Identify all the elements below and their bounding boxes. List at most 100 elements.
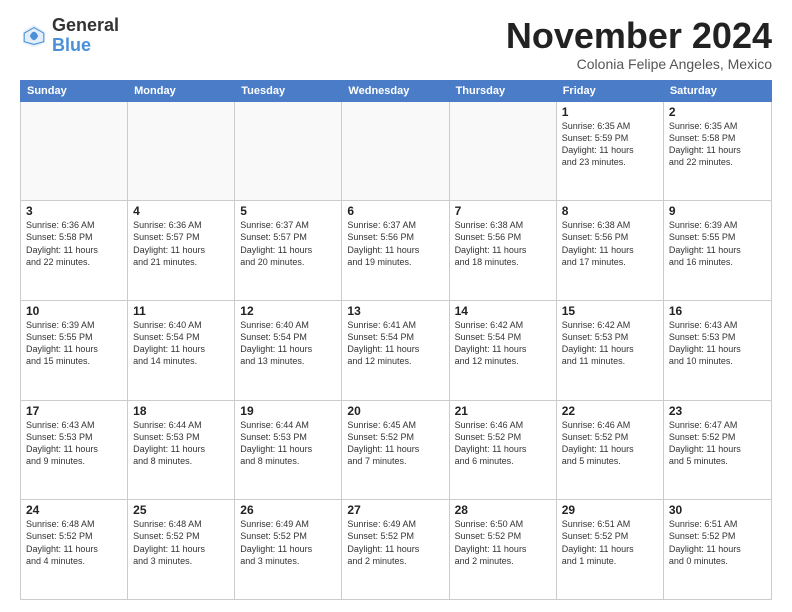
calendar-cell: 24Sunrise: 6:48 AMSunset: 5:52 PMDayligh… [21, 500, 128, 599]
logo-text: General Blue [52, 16, 119, 56]
day-number: 6 [347, 204, 443, 218]
cell-info: Sunrise: 6:50 AM [455, 518, 551, 530]
calendar-body: 1Sunrise: 6:35 AMSunset: 5:59 PMDaylight… [20, 102, 772, 600]
header-day-tuesday: Tuesday [235, 81, 342, 101]
calendar-cell [128, 102, 235, 201]
calendar-cell: 2Sunrise: 6:35 AMSunset: 5:58 PMDaylight… [664, 102, 771, 201]
calendar-cell: 16Sunrise: 6:43 AMSunset: 5:53 PMDayligh… [664, 301, 771, 400]
header-day-monday: Monday [128, 81, 235, 101]
logo-icon [20, 22, 48, 50]
cell-info: Sunset: 5:53 PM [562, 331, 658, 343]
cell-info: Daylight: 11 hours [133, 244, 229, 256]
cell-info: Sunset: 5:52 PM [455, 431, 551, 443]
calendar-cell [342, 102, 449, 201]
cell-info: and 2 minutes. [347, 555, 443, 567]
cell-info: Sunrise: 6:44 AM [240, 419, 336, 431]
cell-info: Daylight: 11 hours [669, 443, 766, 455]
cell-info: Sunrise: 6:44 AM [133, 419, 229, 431]
cell-info: Sunset: 5:54 PM [133, 331, 229, 343]
calendar-cell: 11Sunrise: 6:40 AMSunset: 5:54 PMDayligh… [128, 301, 235, 400]
cell-info: Sunset: 5:54 PM [455, 331, 551, 343]
cell-info: Sunset: 5:58 PM [669, 132, 766, 144]
cell-info: Sunrise: 6:36 AM [133, 219, 229, 231]
calendar-cell: 14Sunrise: 6:42 AMSunset: 5:54 PMDayligh… [450, 301, 557, 400]
cell-info: Sunrise: 6:38 AM [562, 219, 658, 231]
calendar-row-3: 17Sunrise: 6:43 AMSunset: 5:53 PMDayligh… [21, 401, 771, 501]
cell-info: Sunrise: 6:39 AM [669, 219, 766, 231]
subtitle: Colonia Felipe Angeles, Mexico [506, 56, 772, 72]
cell-info: Daylight: 11 hours [240, 343, 336, 355]
cell-info: Daylight: 11 hours [455, 443, 551, 455]
month-title: November 2024 [506, 16, 772, 56]
calendar-cell: 7Sunrise: 6:38 AMSunset: 5:56 PMDaylight… [450, 201, 557, 300]
header-day-friday: Friday [557, 81, 664, 101]
calendar-cell [450, 102, 557, 201]
calendar-cell: 15Sunrise: 6:42 AMSunset: 5:53 PMDayligh… [557, 301, 664, 400]
cell-info: and 17 minutes. [562, 256, 658, 268]
header: General Blue November 2024 Colonia Felip… [20, 16, 772, 72]
cell-info: Sunset: 5:55 PM [669, 231, 766, 243]
calendar-cell: 18Sunrise: 6:44 AMSunset: 5:53 PMDayligh… [128, 401, 235, 500]
cell-info: and 13 minutes. [240, 355, 336, 367]
cell-info: Sunset: 5:54 PM [347, 331, 443, 343]
calendar-row-1: 3Sunrise: 6:36 AMSunset: 5:58 PMDaylight… [21, 201, 771, 301]
cell-info: Sunset: 5:56 PM [347, 231, 443, 243]
calendar-cell: 3Sunrise: 6:36 AMSunset: 5:58 PMDaylight… [21, 201, 128, 300]
calendar-cell: 25Sunrise: 6:48 AMSunset: 5:52 PMDayligh… [128, 500, 235, 599]
cell-info: Sunrise: 6:48 AM [133, 518, 229, 530]
logo: General Blue [20, 16, 119, 56]
cell-info: Sunset: 5:52 PM [669, 431, 766, 443]
cell-info: Daylight: 11 hours [562, 244, 658, 256]
day-number: 16 [669, 304, 766, 318]
cell-info: Sunset: 5:53 PM [133, 431, 229, 443]
title-section: November 2024 Colonia Felipe Angeles, Me… [506, 16, 772, 72]
day-number: 4 [133, 204, 229, 218]
calendar-cell: 12Sunrise: 6:40 AMSunset: 5:54 PMDayligh… [235, 301, 342, 400]
cell-info: Daylight: 11 hours [26, 543, 122, 555]
calendar-cell: 19Sunrise: 6:44 AMSunset: 5:53 PMDayligh… [235, 401, 342, 500]
cell-info: and 19 minutes. [347, 256, 443, 268]
cell-info: Sunset: 5:54 PM [240, 331, 336, 343]
calendar-cell: 26Sunrise: 6:49 AMSunset: 5:52 PMDayligh… [235, 500, 342, 599]
cell-info: Sunset: 5:53 PM [669, 331, 766, 343]
logo-general: General [52, 16, 119, 36]
cell-info: Sunset: 5:57 PM [240, 231, 336, 243]
cell-info: and 10 minutes. [669, 355, 766, 367]
cell-info: Sunrise: 6:47 AM [669, 419, 766, 431]
cell-info: Daylight: 11 hours [133, 443, 229, 455]
cell-info: Daylight: 11 hours [26, 244, 122, 256]
cell-info: and 5 minutes. [669, 455, 766, 467]
cell-info: Sunrise: 6:42 AM [562, 319, 658, 331]
calendar: SundayMondayTuesdayWednesdayThursdayFrid… [20, 80, 772, 600]
day-number: 20 [347, 404, 443, 418]
cell-info: and 2 minutes. [455, 555, 551, 567]
cell-info: Daylight: 11 hours [347, 244, 443, 256]
cell-info: Sunrise: 6:40 AM [240, 319, 336, 331]
cell-info: Sunrise: 6:48 AM [26, 518, 122, 530]
day-number: 7 [455, 204, 551, 218]
cell-info: Daylight: 11 hours [669, 543, 766, 555]
cell-info: and 15 minutes. [26, 355, 122, 367]
cell-info: Daylight: 11 hours [562, 144, 658, 156]
cell-info: and 21 minutes. [133, 256, 229, 268]
cell-info: Daylight: 11 hours [240, 244, 336, 256]
day-number: 22 [562, 404, 658, 418]
calendar-cell [21, 102, 128, 201]
cell-info: and 7 minutes. [347, 455, 443, 467]
cell-info: Daylight: 11 hours [669, 244, 766, 256]
cell-info: and 20 minutes. [240, 256, 336, 268]
cell-info: Sunset: 5:55 PM [26, 331, 122, 343]
day-number: 29 [562, 503, 658, 517]
cell-info: Sunrise: 6:41 AM [347, 319, 443, 331]
cell-info: Sunrise: 6:43 AM [669, 319, 766, 331]
cell-info: and 23 minutes. [562, 156, 658, 168]
cell-info: and 3 minutes. [240, 555, 336, 567]
header-day-thursday: Thursday [450, 81, 557, 101]
cell-info: and 18 minutes. [455, 256, 551, 268]
header-day-saturday: Saturday [664, 81, 771, 101]
cell-info: Daylight: 11 hours [347, 443, 443, 455]
calendar-row-4: 24Sunrise: 6:48 AMSunset: 5:52 PMDayligh… [21, 500, 771, 599]
cell-info: and 12 minutes. [347, 355, 443, 367]
cell-info: and 8 minutes. [133, 455, 229, 467]
calendar-cell: 21Sunrise: 6:46 AMSunset: 5:52 PMDayligh… [450, 401, 557, 500]
